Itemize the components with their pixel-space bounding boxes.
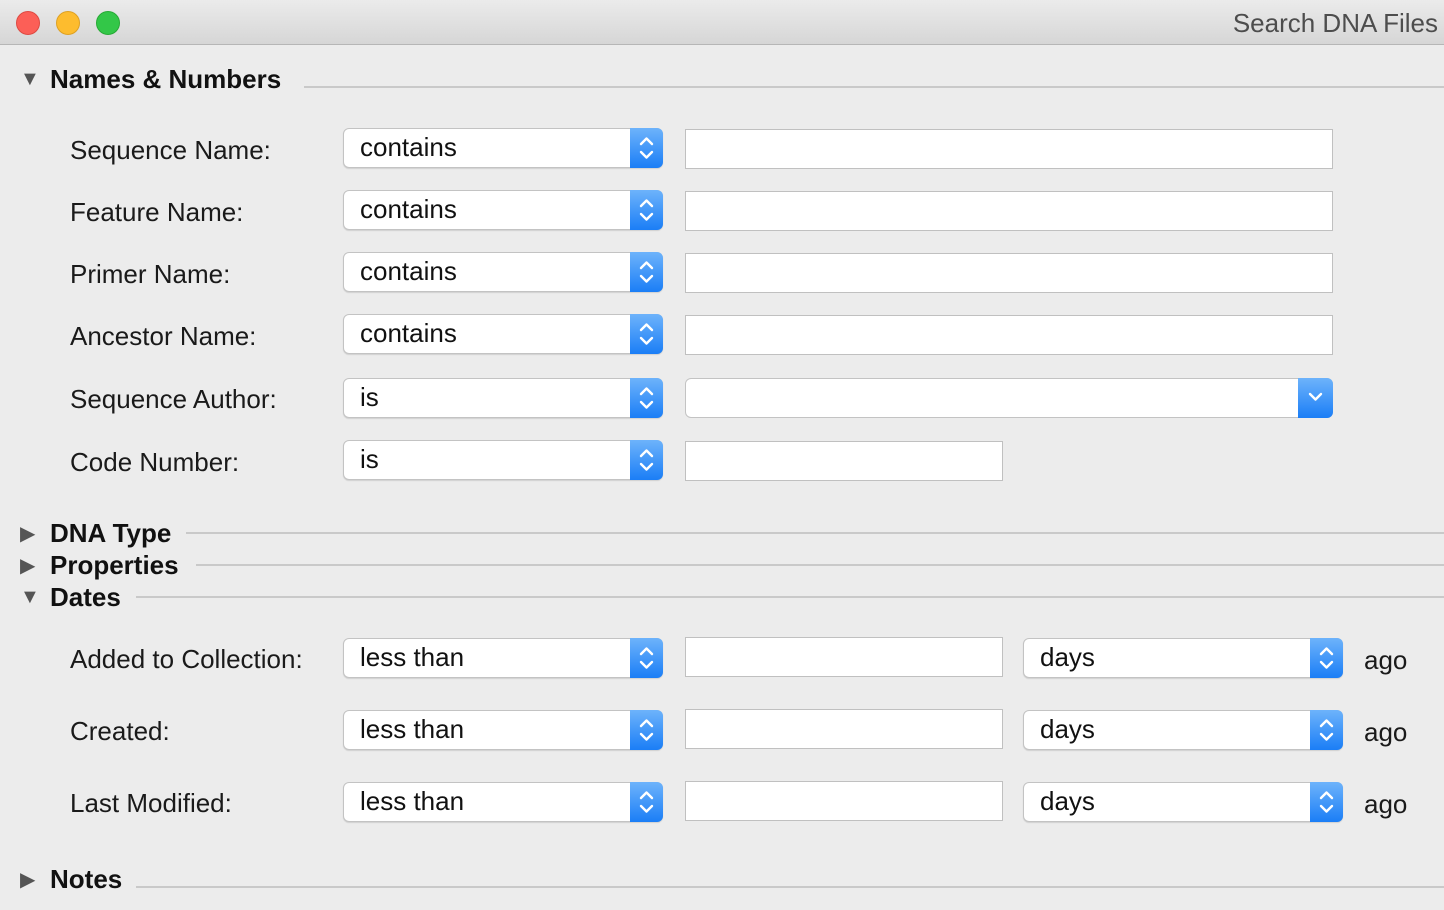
popup-value: contains (360, 132, 457, 162)
sequence-name-label: Sequence Name: (70, 135, 271, 165)
triangle-right-icon[interactable]: ▶ (20, 867, 42, 892)
zoom-window-button[interactable] (96, 11, 120, 35)
title-bar: Search DNA Files (0, 0, 1444, 45)
last-modified-operator-popup[interactable]: less than (343, 782, 663, 822)
section-title: DNA Type (50, 517, 172, 548)
close-window-button[interactable] (16, 11, 40, 35)
window-title: Search DNA Files (1232, 8, 1438, 38)
feature-name-field[interactable] (685, 191, 1333, 231)
code-number-operator-popup[interactable]: is (343, 440, 663, 480)
created-value-field[interactable] (685, 709, 1003, 749)
section-header-properties[interactable]: ▶ Properties (20, 548, 179, 582)
popup-value: days (1040, 786, 1095, 816)
ago-label: ago (1364, 645, 1408, 675)
popup-value: less than (360, 786, 465, 816)
code-number-field[interactable] (685, 441, 1003, 481)
minimize-window-button[interactable] (56, 11, 80, 35)
section-header-names-numbers[interactable]: ▼ Names & Numbers (20, 62, 281, 96)
up-down-chevron-icon (1310, 710, 1343, 750)
sequence-author-label: Sequence Author: (70, 384, 277, 414)
popup-value: less than (360, 642, 465, 672)
added-to-collection-unit-popup[interactable]: days (1023, 638, 1343, 678)
section-divider (196, 564, 1444, 566)
primer-name-operator-popup[interactable]: contains (343, 252, 663, 292)
ancestor-name-operator-popup[interactable]: contains (343, 314, 663, 354)
popup-value: contains (360, 318, 457, 348)
up-down-chevron-icon (1310, 638, 1343, 678)
created-operator-popup[interactable]: less than (343, 710, 663, 750)
popup-value: is (360, 444, 379, 474)
triangle-right-icon[interactable]: ▶ (20, 521, 42, 546)
section-divider (136, 886, 1444, 888)
last-modified-value-field[interactable] (685, 781, 1003, 821)
up-down-chevron-icon (630, 440, 663, 480)
code-number-label: Code Number: (70, 447, 240, 477)
section-title: Dates (50, 581, 121, 612)
up-down-chevron-icon (630, 710, 663, 750)
popup-value: contains (360, 194, 457, 224)
added-to-collection-operator-popup[interactable]: less than (343, 638, 663, 678)
last-modified-unit-popup[interactable]: days (1023, 782, 1343, 822)
section-header-dates[interactable]: ▼ Dates (20, 580, 121, 614)
sequence-name-operator-popup[interactable]: contains (343, 128, 663, 168)
created-unit-popup[interactable]: days (1023, 710, 1343, 750)
up-down-chevron-icon (630, 190, 663, 230)
up-down-chevron-icon (630, 782, 663, 822)
popup-value: days (1040, 714, 1095, 744)
up-down-chevron-icon (1310, 782, 1343, 822)
feature-name-operator-popup[interactable]: contains (343, 190, 663, 230)
up-down-chevron-icon (630, 252, 663, 292)
sequence-author-combobox[interactable] (685, 378, 1333, 418)
triangle-right-icon[interactable]: ▶ (20, 553, 42, 578)
section-title: Properties (50, 549, 179, 580)
popup-value: is (360, 382, 379, 412)
section-title: Notes (50, 863, 123, 894)
added-to-collection-label: Added to Collection: (70, 644, 303, 674)
created-label: Created: (70, 716, 170, 746)
section-title: Names & Numbers (50, 63, 282, 94)
ancestor-name-field[interactable] (685, 315, 1333, 355)
ancestor-name-label: Ancestor Name: (70, 321, 257, 351)
sequence-author-operator-popup[interactable]: is (343, 378, 663, 418)
ago-label: ago (1364, 717, 1408, 747)
triangle-down-icon[interactable]: ▼ (20, 68, 42, 91)
up-down-chevron-icon (630, 128, 663, 168)
ago-label: ago (1364, 789, 1408, 819)
section-divider (186, 532, 1444, 534)
section-divider (136, 596, 1444, 598)
up-down-chevron-icon (630, 314, 663, 354)
section-header-dna-type[interactable]: ▶ DNA Type (20, 516, 171, 550)
section-header-notes[interactable]: ▶ Notes (20, 862, 122, 896)
last-modified-label: Last Modified: (70, 788, 232, 818)
section-divider (304, 86, 1444, 88)
added-to-collection-value-field[interactable] (685, 637, 1003, 677)
triangle-down-icon[interactable]: ▼ (20, 586, 42, 609)
primer-name-label: Primer Name: (70, 259, 231, 289)
primer-name-field[interactable] (685, 253, 1333, 293)
popup-value: days (1040, 642, 1095, 672)
up-down-chevron-icon (630, 378, 663, 418)
chevron-down-icon[interactable] (1298, 378, 1333, 418)
popup-value: contains (360, 256, 457, 286)
popup-value: less than (360, 714, 465, 744)
feature-name-label: Feature Name: (70, 197, 244, 227)
sequence-name-field[interactable] (685, 129, 1333, 169)
up-down-chevron-icon (630, 638, 663, 678)
